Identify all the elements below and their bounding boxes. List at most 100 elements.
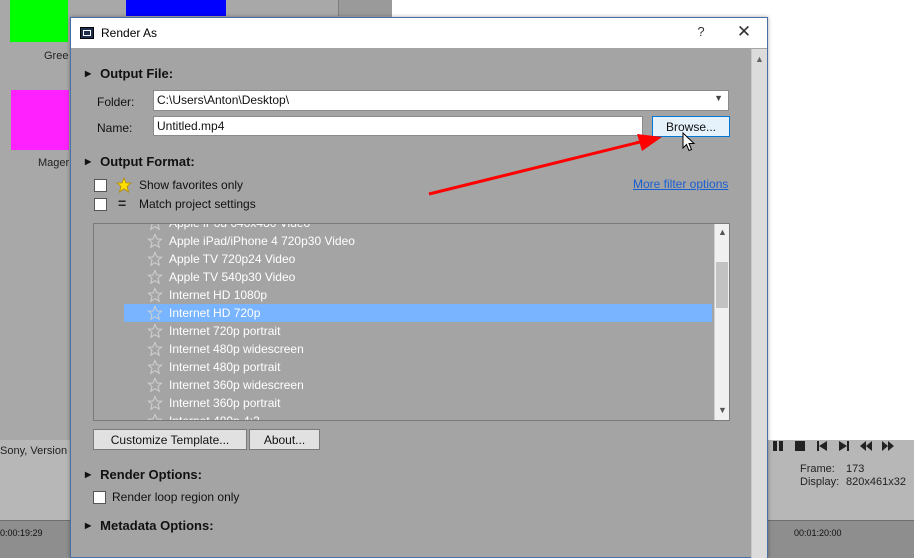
chevron-down-icon[interactable]: ▼ <box>714 93 723 103</box>
show-favorites-label: Show favorites only <box>139 178 244 192</box>
help-icon[interactable]: ? <box>691 24 711 42</box>
about-button[interactable]: About... <box>249 429 320 450</box>
name-value: Untitled.mp4 <box>157 119 225 133</box>
color-swatch-blue[interactable] <box>126 0 226 16</box>
template-list-item[interactable]: Internet 360p portrait <box>94 394 714 412</box>
template-label: Internet 720p portrait <box>169 324 281 338</box>
equals-icon: = <box>118 195 127 211</box>
star-icon[interactable] <box>147 377 163 393</box>
template-label: Internet 360p portrait <box>169 396 281 410</box>
folder-label: Folder: <box>97 95 135 109</box>
template-label: Internet HD 1080p <box>169 288 268 302</box>
caret-right-icon: ▶ <box>85 69 92 78</box>
pause-icon[interactable] <box>770 438 786 454</box>
template-list-item[interactable]: Apple iPod 640x480 Video <box>94 223 714 232</box>
template-label: Internet 480p portrait <box>169 360 281 374</box>
render-options-section[interactable]: ▶ Render Options: <box>85 467 202 482</box>
template-label: Internet 360p widescreen <box>169 378 304 392</box>
transport-controls <box>770 436 914 456</box>
folder-combobox[interactable]: C:\Users\Anton\Desktop\ ▼ <box>153 90 729 111</box>
render-loop-label: Render loop region only <box>112 490 240 504</box>
star-icon[interactable] <box>147 269 163 285</box>
dialog-scrollbar[interactable]: ▲ <box>751 49 767 558</box>
close-icon[interactable]: ✕ <box>731 22 757 44</box>
template-list-scrollbar[interactable]: ▲ ▼ <box>714 224 729 420</box>
go-to-start-icon[interactable] <box>814 438 830 454</box>
match-project-checkbox[interactable] <box>94 198 107 211</box>
render-loop-checkbox[interactable] <box>93 491 106 504</box>
color-swatch-magenta[interactable] <box>11 90 69 150</box>
template-label: Apple iPad/iPhone 4 720p30 Video <box>169 234 355 248</box>
star-icon[interactable] <box>147 233 163 249</box>
template-list-item[interactable]: Apple TV 540p30 Video <box>94 268 714 286</box>
dialog-titlebar[interactable]: Render As ? ✕ <box>71 18 767 48</box>
star-icon[interactable] <box>147 395 163 411</box>
go-to-end-icon[interactable] <box>836 438 852 454</box>
template-label: Apple TV 540p30 Video <box>169 270 296 284</box>
scroll-up-icon[interactable]: ▲ <box>718 227 727 237</box>
template-list-item[interactable]: Internet 480p widescreen <box>94 340 714 358</box>
template-list-item[interactable]: Apple iPad/iPhone 4 720p30 Video <box>94 232 714 250</box>
version-text: Sony, Version <box>0 445 68 457</box>
render-icon <box>80 27 94 39</box>
render-as-dialog: Render As ? ✕ ▲ ▶ Output File: Folder: C:… <box>70 17 768 558</box>
match-project-label: Match project settings <box>139 197 256 211</box>
template-list-item[interactable]: Internet 480p portrait <box>94 358 714 376</box>
more-filter-options-link[interactable]: More filter options <box>633 177 728 191</box>
frame-value: 173 <box>846 463 865 475</box>
display-value: 820x461x32 <box>846 476 906 488</box>
name-input[interactable]: Untitled.mp4 <box>153 116 643 136</box>
star-icon[interactable] <box>147 413 163 420</box>
star-icon[interactable] <box>147 341 163 357</box>
scroll-down-icon[interactable]: ▼ <box>718 405 727 415</box>
color-swatch-green[interactable] <box>10 0 68 42</box>
timeline-time-left: 0:00:19:29 <box>0 528 43 538</box>
template-list-item[interactable]: Internet 360p widescreen <box>94 376 714 394</box>
star-icon[interactable] <box>147 224 163 231</box>
swatch-label: Mager <box>38 157 70 169</box>
template-list-item[interactable]: Internet HD 720p <box>124 304 712 322</box>
caret-right-icon: ▶ <box>85 521 92 530</box>
output-file-section[interactable]: ▶ Output File: <box>85 66 173 81</box>
template-rows: Apple iPod 640x480 Video Apple iPad/iPhon… <box>94 223 714 421</box>
previous-frame-icon[interactable] <box>858 438 874 454</box>
scroll-thumb[interactable] <box>716 262 728 308</box>
caret-right-icon: ▶ <box>85 157 92 166</box>
scroll-up-icon[interactable]: ▲ <box>755 54 764 64</box>
frame-label: Frame: <box>800 463 835 475</box>
folder-value: C:\Users\Anton\Desktop\ <box>157 93 290 107</box>
stop-icon[interactable] <box>792 438 808 454</box>
metadata-options-section[interactable]: ▶ Metadata Options: <box>85 518 214 533</box>
panel-divider <box>338 0 392 16</box>
template-label: Internet 480p 4:3 <box>169 414 260 421</box>
dialog-title: Render As <box>101 26 158 40</box>
name-label: Name: <box>97 121 133 135</box>
section-heading: Output File: <box>100 66 174 81</box>
template-label: Apple iPod 640x480 Video <box>169 223 311 230</box>
star-icon[interactable] <box>147 305 163 321</box>
mouse-cursor-icon <box>682 131 696 152</box>
swatch-label: Gree <box>44 50 69 62</box>
customize-template-button[interactable]: Customize Template... <box>93 429 247 450</box>
template-label: Apple TV 720p24 Video <box>169 252 296 266</box>
template-list-item[interactable]: Internet 480p 4:3 <box>94 412 714 421</box>
template-label: Internet HD 720p <box>169 306 261 320</box>
star-icon[interactable] <box>147 251 163 267</box>
star-icon[interactable] <box>147 323 163 339</box>
next-frame-icon[interactable] <box>880 438 896 454</box>
output-format-section[interactable]: ▶ Output Format: <box>85 154 195 169</box>
frame-info: Frame: 173 Display: 820x461x32 <box>800 463 906 489</box>
caret-right-icon: ▶ <box>85 470 92 479</box>
star-icon[interactable] <box>147 359 163 375</box>
star-icon[interactable] <box>147 287 163 303</box>
template-list-item[interactable]: Internet 720p portrait <box>94 322 714 340</box>
template-list-item[interactable]: Apple TV 720p24 Video <box>94 250 714 268</box>
template-list[interactable]: Apple iPod 640x480 Video Apple iPad/iPhon… <box>93 223 730 421</box>
timeline-time-right: 00:01:20:00 <box>794 528 842 538</box>
section-heading: Output Format: <box>100 154 195 169</box>
show-favorites-checkbox[interactable] <box>94 179 107 192</box>
section-heading: Render Options: <box>100 467 202 482</box>
section-heading: Metadata Options: <box>100 518 214 533</box>
star-icon <box>115 176 133 193</box>
template-list-item[interactable]: Internet HD 1080p <box>94 286 714 304</box>
